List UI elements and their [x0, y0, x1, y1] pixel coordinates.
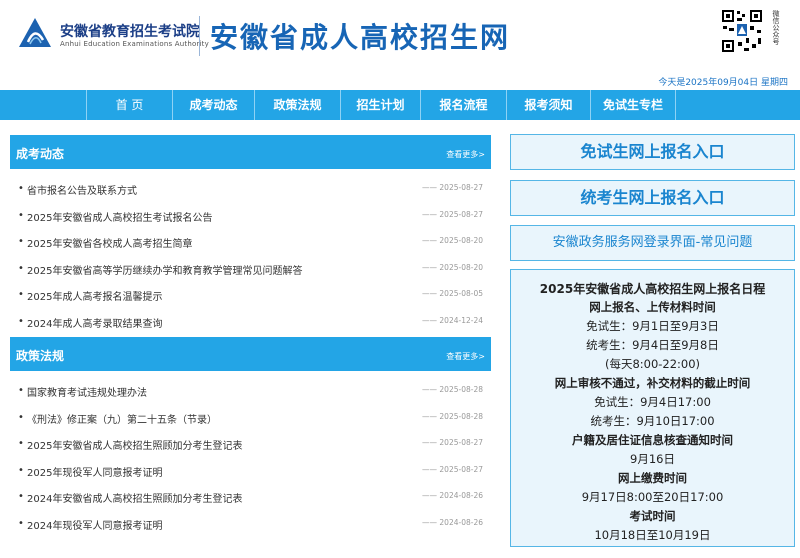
news-date: —— 2025-08-05	[422, 289, 483, 299]
nav-exempt[interactable]: 免试生专栏	[590, 90, 676, 120]
schedule-line: 9月16日	[630, 452, 675, 466]
exempt-register-button[interactable]: 免试生网上报名入口	[510, 134, 795, 170]
news-date: —— 2025-08-20	[422, 236, 483, 246]
bullet: •	[18, 517, 24, 529]
list-item: • 2025年成人高考报名温馨提示 —— 2025-08-05	[10, 281, 491, 308]
policy-date: —— 2025-08-28	[422, 411, 483, 421]
site-header: 安徽省教育招生考试院 Anhui Education Examinations …	[0, 0, 800, 88]
news-date: —— 2024-12-24	[422, 315, 483, 325]
bullet: •	[18, 209, 24, 221]
news-section-header: 成考动态 查看更多>	[10, 135, 491, 169]
schedule-line: 9月17日8:00至20日17:00	[581, 490, 724, 504]
policy-link[interactable]: 2024年安徽省成人高校招生照顾加分考生登记表	[27, 490, 242, 505]
schedule-line: 10月18日至10月19日	[594, 528, 711, 542]
nav-notice[interactable]: 报考须知	[506, 90, 590, 120]
nav-home[interactable]: 首 页	[86, 90, 172, 120]
policy-link[interactable]: 国家教育考试违规处理办法	[27, 384, 147, 399]
list-item: • 2025年安徽省成人高校招生考试报名公告 —— 2025-08-27	[10, 202, 491, 229]
news-date: —— 2025-08-27	[422, 209, 483, 219]
news-link[interactable]: 2025年安徽省成人高校招生考试报名公告	[27, 209, 212, 224]
policy-more-link[interactable]: 查看更多>	[446, 351, 485, 362]
list-item: • 2025年安徽省成人高校招生照顾加分考生登记表 —— 2025-08-27	[10, 430, 491, 457]
news-date: —— 2025-08-27	[422, 183, 483, 192]
news-link[interactable]: 2025年安徽省高等学历继续办学和教育教学管理常见问题解答	[27, 262, 302, 277]
policy-section-header: 政策法规 查看更多>	[10, 337, 491, 371]
news-section-title: 成考动态	[16, 147, 65, 161]
bullet: •	[18, 183, 24, 194]
list-item: • 2025年安徽省各校成人高考招生简章 —— 2025-08-20	[10, 228, 491, 255]
schedule-line: 免试生：9月1日至9月3日	[586, 319, 719, 333]
news-link[interactable]: 2025年安徽省各校成人高考招生简章	[27, 235, 192, 250]
qr-label: 微信公众号	[772, 10, 780, 45]
list-item: • 2025年现役军人同意报考证明 —— 2025-08-27	[10, 457, 491, 484]
bullet: •	[18, 385, 24, 396]
schedule-line: 免试生：9月4日17:00	[594, 395, 711, 409]
policy-link[interactable]: 2025年现役军人同意报考证明	[27, 464, 162, 479]
list-item: • 2024年现役军人同意报考证明 —— 2024-08-26	[10, 510, 491, 537]
bullet: •	[18, 236, 24, 248]
schedule-line: 统考生：9月4日至9月8日	[586, 338, 719, 352]
nav-process[interactable]: 报名流程	[420, 90, 506, 120]
list-item: • 2025年安徽省高等学历继续办学和教育教学管理常见问题解答 —— 2025-08…	[10, 255, 491, 282]
unified-register-button[interactable]: 统考生网上报名入口	[510, 180, 795, 216]
news-date: —— 2025-08-20	[422, 262, 483, 272]
policy-link[interactable]: 2024年现役军人同意报考证明	[27, 517, 162, 532]
bullet: •	[18, 411, 24, 423]
policy-date: —— 2024-08-26	[422, 491, 483, 501]
news-link[interactable]: 2024年成人高考录取结果查询	[27, 315, 162, 330]
authority-logo-icon[interactable]	[18, 16, 52, 50]
list-item: • 2024年安徽省成人高校招生照顾加分考生登记表 —— 2024-08-26	[10, 483, 491, 510]
policy-section-title: 政策法规	[16, 349, 65, 363]
policy-link[interactable]: 《刑法》修正案（九）第二十五条（节录）	[27, 411, 217, 426]
list-item: • 《刑法》修正案（九）第二十五条（节录） —— 2025-08-28	[10, 404, 491, 431]
site-title: 安徽省成人高校招生网	[210, 21, 511, 54]
nav-policy[interactable]: 政策法规	[254, 90, 340, 120]
bullet: •	[18, 262, 24, 274]
policy-date: —— 2024-08-26	[422, 517, 483, 527]
registration-schedule: 2025年安徽省成人高校招生网上报名日程 网上报名、上传材料时间 免试生：9月1…	[510, 269, 795, 547]
main-nav: 首 页 成考动态 政策法规 招生计划 报名流程 报考须知 免试生专栏	[0, 90, 800, 120]
list-item: • 国家教育考试违规处理办法 —— 2025-08-28	[10, 377, 491, 404]
logo-divider	[199, 16, 200, 56]
schedule-line: 统考生：9月10日17:00	[590, 414, 715, 428]
nav-plan[interactable]: 招生计划	[340, 90, 420, 120]
schedule-line: 考试时间	[629, 509, 676, 523]
bullet: •	[18, 315, 24, 327]
policy-date: —— 2025-08-28	[422, 385, 483, 394]
authority-name-en: Anhui Education Examinations Authority	[60, 40, 209, 48]
news-more-link[interactable]: 查看更多>	[446, 149, 485, 160]
news-link[interactable]: 2025年成人高考报名温馨提示	[27, 288, 162, 303]
bullet: •	[18, 491, 24, 503]
qr-code-icon	[720, 8, 764, 54]
schedule-line: 网上报名、上传材料时间	[589, 300, 716, 314]
list-item: • 2024年成人高考录取结果查询 —— 2024-12-24	[10, 308, 491, 335]
nav-news[interactable]: 成考动态	[172, 90, 254, 120]
bullet: •	[18, 438, 24, 450]
news-link[interactable]: 省市报名公告及联系方式	[27, 182, 137, 197]
today-date: 今天是2025年09月04日 星期四	[658, 78, 788, 88]
policy-list: • 国家教育考试违规处理办法 —— 2025-08-28 • 《刑法》修正案（九）第二…	[10, 377, 491, 537]
schedule-line: 网上缴费时间	[618, 471, 687, 485]
news-list: • 省市报名公告及联系方式 —— 2025-08-27 • 2025年安徽省成人高校招…	[10, 175, 491, 335]
bullet: •	[18, 289, 24, 301]
authority-name: 安徽省教育招生考试院	[60, 24, 200, 40]
schedule-line: (每天8:00-22:00)	[604, 357, 701, 371]
gov-login-faq-button[interactable]: 安徽政务服务网登录界面-常见问题	[510, 225, 795, 261]
policy-date: —— 2025-08-27	[422, 464, 483, 474]
list-item: • 省市报名公告及联系方式 —— 2025-08-27	[10, 175, 491, 202]
policy-date: —— 2025-08-27	[422, 438, 483, 448]
policy-link[interactable]: 2025年安徽省成人高校招生照顾加分考生登记表	[27, 437, 242, 452]
bullet: •	[18, 464, 24, 476]
schedule-title: 2025年安徽省成人高校招生网上报名日程	[539, 282, 766, 296]
schedule-line: 网上审核不通过，补交材料的截止时间	[554, 376, 751, 390]
schedule-line: 户籍及居住证信息核查通知时间	[572, 433, 733, 447]
